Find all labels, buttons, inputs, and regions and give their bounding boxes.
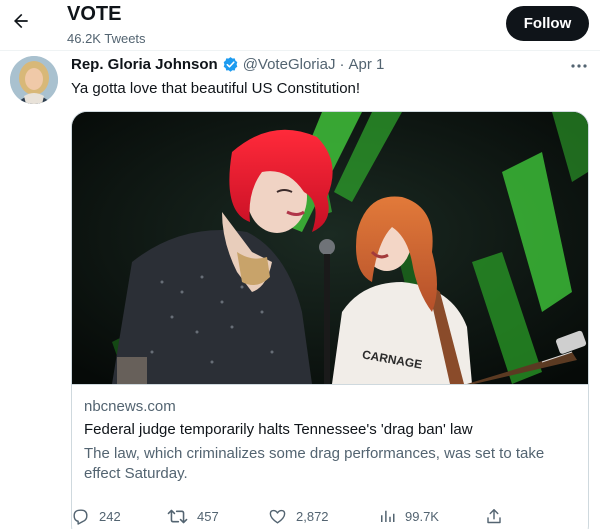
- card-domain: nbcnews.com: [84, 398, 176, 415]
- profile-title: VOTE: [67, 3, 122, 25]
- tweet-text: Ya gotta love that beautiful US Constitu…: [71, 80, 361, 97]
- analytics-icon: [378, 507, 396, 525]
- card-body: nbcnews.com Federal judge temporarily ha…: [72, 384, 588, 499]
- tweet-count: 46.2K Tweets: [67, 31, 146, 46]
- reply-count: 242: [99, 508, 121, 524]
- tweet-date[interactable]: Apr 1: [348, 56, 384, 73]
- tweet-header: Rep. Gloria Johnson @VoteGloriaJ · Apr 1: [71, 56, 384, 73]
- views-button[interactable]: 99.7K: [378, 502, 439, 529]
- more-horizontal-icon: [570, 56, 588, 74]
- avatar[interactable]: [10, 56, 58, 104]
- view-count: 99.7K: [405, 508, 439, 524]
- retweet-count: 457: [197, 508, 219, 524]
- tweet: Rep. Gloria Johnson @VoteGloriaJ · Apr 1…: [0, 50, 600, 529]
- author-handle[interactable]: @VoteGloriaJ: [243, 56, 336, 73]
- reply-button[interactable]: 242: [71, 502, 121, 529]
- separator: ·: [339, 56, 345, 73]
- more-options-button[interactable]: [568, 55, 590, 75]
- verified-badge-icon: [222, 56, 239, 73]
- link-card[interactable]: CARNAGE nbcnews.com Federal judge tempor…: [71, 111, 589, 529]
- heart-icon: [268, 507, 287, 526]
- action-bar: 242 457 2,872 99.7K: [0, 502, 600, 529]
- like-count: 2,872: [296, 508, 329, 524]
- retweet-button[interactable]: 457: [167, 502, 219, 529]
- card-description: The law, which criminalizes some drag pe…: [84, 445, 545, 482]
- author-name[interactable]: Rep. Gloria Johnson: [71, 56, 218, 73]
- share-button[interactable]: [485, 502, 512, 529]
- back-button[interactable]: [6, 8, 36, 38]
- retweet-icon: [167, 507, 188, 526]
- like-button[interactable]: 2,872: [268, 502, 329, 529]
- share-icon: [485, 507, 503, 526]
- top-bar: VOTE 46.2K Tweets Follow: [0, 0, 600, 50]
- follow-button[interactable]: Follow: [506, 6, 589, 41]
- card-title: Federal judge temporarily halts Tennesse…: [84, 421, 473, 438]
- arrow-left-icon: [11, 11, 31, 36]
- reply-icon: [71, 507, 90, 526]
- card-image: CARNAGE: [72, 112, 588, 384]
